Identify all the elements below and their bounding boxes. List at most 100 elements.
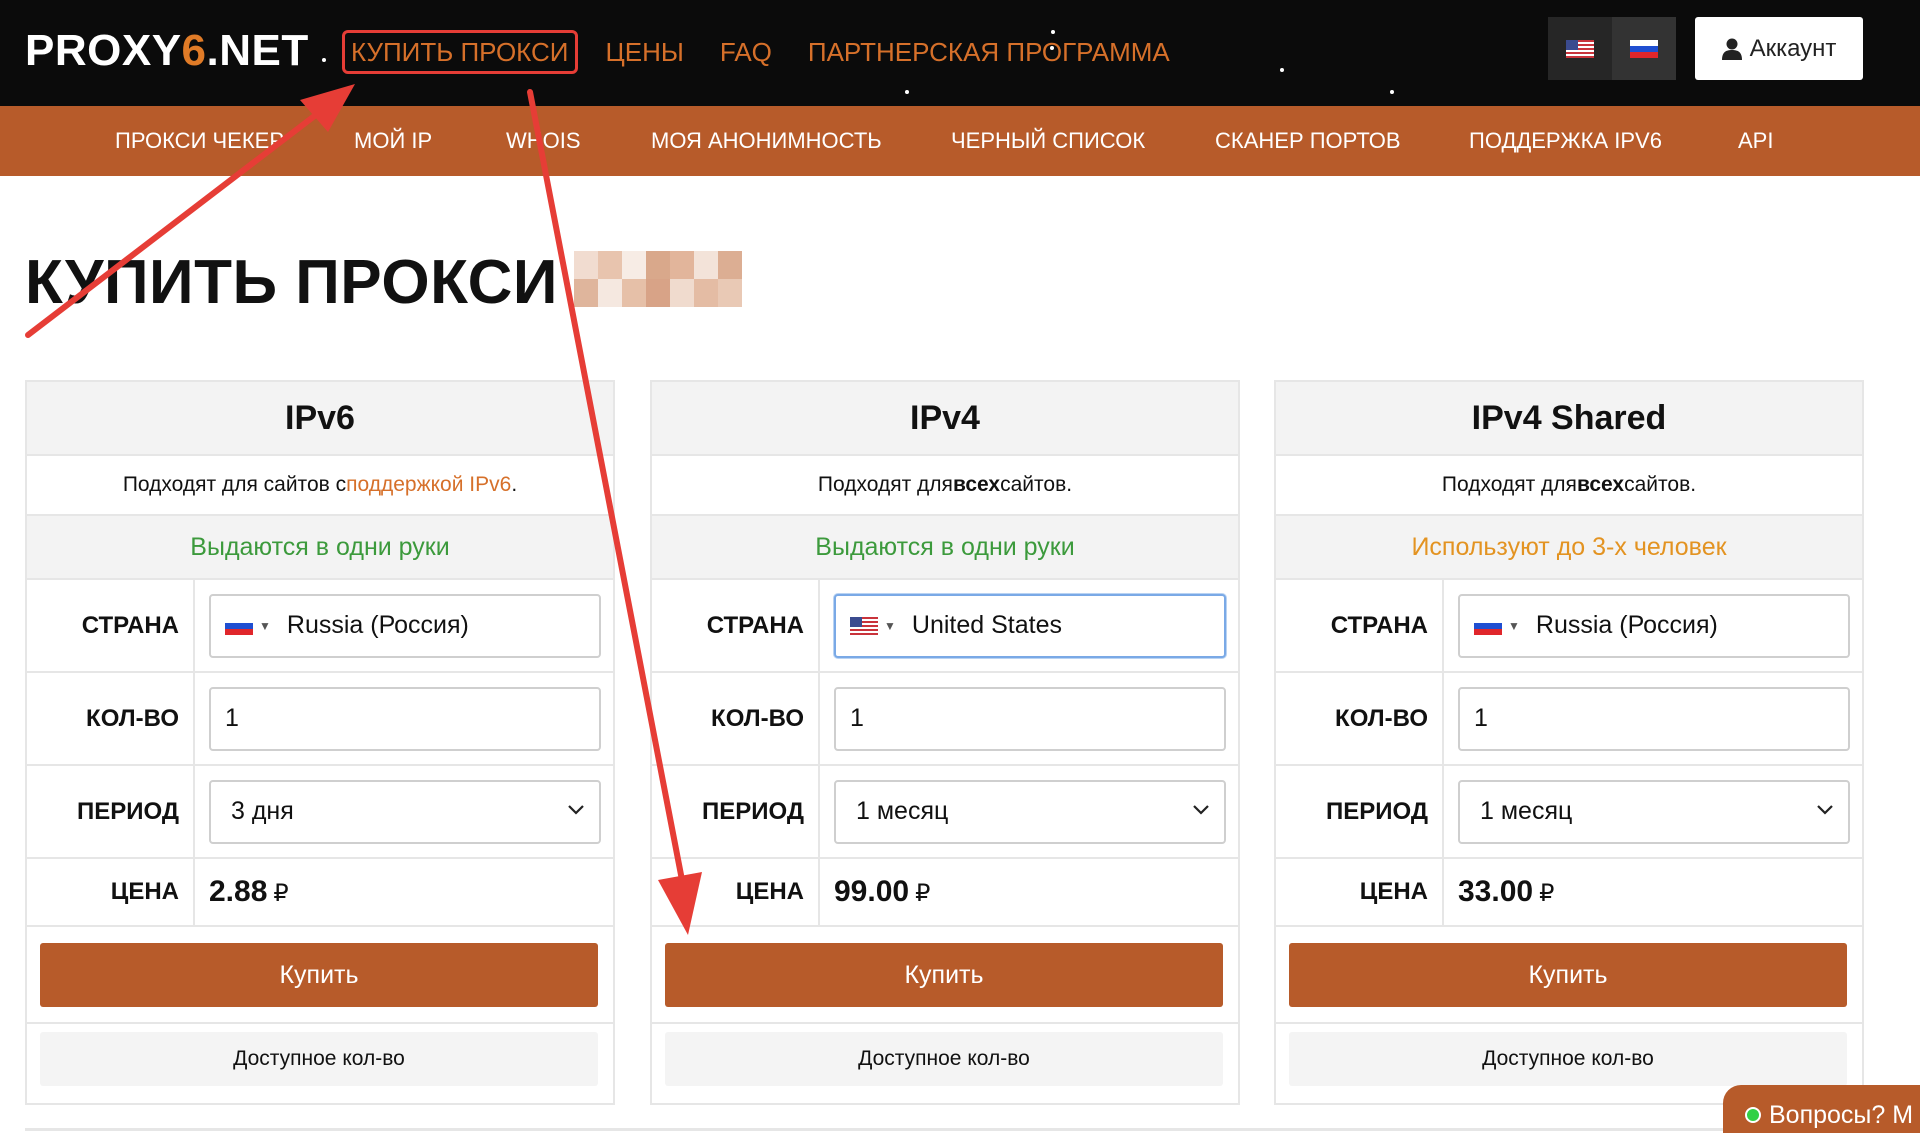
nav-faq[interactable]: FAQ <box>720 30 772 74</box>
card-note: Используют до 3-х человек <box>1276 516 1862 580</box>
subnav-whois[interactable]: WHOIS <box>506 127 581 155</box>
country-select[interactable]: ▼ Russia (Россия) <box>1458 593 1850 658</box>
product-card-ipv4-shared: IPv4 Shared Подходят для всех сайтов. Ис… <box>1274 380 1864 1105</box>
country-row: СТРАНА ▼ United States <box>652 580 1238 673</box>
quantity-row: КОЛ-ВО 1 <box>652 673 1238 766</box>
country-value: Russia (Россия) <box>1535 611 1718 639</box>
ru-flag-icon <box>225 616 253 635</box>
top-header: PROXY6.NET КУПИТЬ ПРОКСИ ЦЕНЫ FAQ ПАРТНЕ… <box>0 0 1920 106</box>
quantity-row: КОЛ-ВО 1 <box>27 673 613 766</box>
country-select[interactable]: ▼ Russia (Россия) <box>209 593 601 658</box>
subnav-proxy-checker[interactable]: ПРОКСИ ЧЕКЕР <box>115 127 284 155</box>
online-status-icon <box>1745 1107 1761 1123</box>
subnav-my-ip[interactable]: МОЙ IP <box>354 127 432 155</box>
quantity-input[interactable]: 1 <box>209 686 601 751</box>
quantity-row: КОЛ-ВО 1 <box>1276 673 1862 766</box>
main-nav: КУПИТЬ ПРОКСИ ЦЕНЫ FAQ ПАРТНЕРСКАЯ ПРОГР… <box>342 30 1206 74</box>
price-label: ЦЕНА <box>27 859 195 925</box>
chevron-down-icon <box>568 804 584 815</box>
ru-flag-icon <box>1474 616 1502 635</box>
chat-widget-button[interactable]: Вопросы? М <box>1723 1085 1920 1133</box>
subnav-blacklist[interactable]: ЧЕРНЫЙ СПИСОК <box>951 127 1145 155</box>
redacted-text <box>574 251 742 307</box>
price-row: ЦЕНА 33.00 ₽ <box>1276 859 1862 927</box>
country-value: Russia (Россия) <box>286 611 469 639</box>
buy-button[interactable]: Купить <box>1289 943 1847 1007</box>
product-card-ipv4: IPv4 Подходят для всех сайтов. Выдаются … <box>650 380 1240 1105</box>
account-button[interactable]: Аккаунт <box>1695 17 1863 80</box>
star-dot <box>1050 46 1054 50</box>
divider <box>27 1022 613 1024</box>
country-select[interactable]: ▼ United States <box>834 593 1226 658</box>
us-flag-icon <box>1566 39 1594 58</box>
subnav-ipv6-support[interactable]: ПОДДЕРЖКА IPV6 <box>1469 127 1662 155</box>
ipv6-support-link[interactable]: поддержкой IPv6 <box>346 473 511 497</box>
caret-down-icon: ▼ <box>1508 618 1520 633</box>
available-quantity-button[interactable]: Доступное кол-во <box>1289 1032 1847 1086</box>
card-title: IPv6 <box>27 382 613 456</box>
site-logo[interactable]: PROXY6.NET <box>25 26 309 76</box>
user-icon <box>1721 38 1742 60</box>
ru-flag-icon <box>1630 39 1658 58</box>
period-label: ПЕРИОД <box>652 766 820 857</box>
star-dot <box>1051 30 1055 34</box>
subnav-port-scanner[interactable]: СКАНЕР ПОРТОВ <box>1215 127 1401 155</box>
nav-partner-program[interactable]: ПАРТНЕРСКАЯ ПРОГРАММА <box>808 30 1170 74</box>
nav-buy-proxy[interactable]: КУПИТЬ ПРОКСИ <box>342 30 578 74</box>
period-row: ПЕРИОД 3 дня <box>27 766 613 859</box>
star-dot <box>1390 90 1394 94</box>
country-row: СТРАНА ▼ Russia (Россия) <box>1276 580 1862 673</box>
period-select[interactable]: 3 дня <box>209 779 601 844</box>
lang-ru-button[interactable] <box>1612 17 1676 80</box>
quantity-input[interactable]: 1 <box>834 686 1226 751</box>
divider <box>652 1022 1238 1024</box>
star-dot <box>1280 68 1284 72</box>
period-row: ПЕРИОД 1 месяц <box>652 766 1238 859</box>
quantity-label: КОЛ-ВО <box>27 673 195 764</box>
chat-label: Вопросы? М <box>1769 1100 1914 1129</box>
available-quantity-button[interactable]: Доступное кол-во <box>665 1032 1223 1086</box>
quantity-label: КОЛ-ВО <box>652 673 820 764</box>
lang-en-button[interactable] <box>1548 17 1612 80</box>
card-title: IPv4 Shared <box>1276 382 1862 456</box>
country-label: СТРАНА <box>652 580 820 671</box>
period-row: ПЕРИОД 1 месяц <box>1276 766 1862 859</box>
us-flag-icon <box>850 616 878 635</box>
country-label: СТРАНА <box>1276 580 1444 671</box>
caret-down-icon: ▼ <box>884 618 896 633</box>
period-label: ПЕРИОД <box>1276 766 1444 857</box>
quantity-input[interactable]: 1 <box>1458 686 1850 751</box>
price-value: 33.00 ₽ <box>1458 875 1555 908</box>
country-label: СТРАНА <box>27 580 195 671</box>
star-dot <box>322 58 326 62</box>
divider <box>1276 1022 1862 1024</box>
buy-button[interactable]: Купить <box>40 943 598 1007</box>
period-select[interactable]: 1 месяц <box>1458 779 1850 844</box>
buy-button[interactable]: Купить <box>665 943 1223 1007</box>
card-note: Выдаются в одни руки <box>27 516 613 580</box>
nav-prices[interactable]: ЦЕНЫ <box>606 30 684 74</box>
chevron-down-icon <box>1193 804 1209 815</box>
country-row: СТРАНА ▼ Russia (Россия) <box>27 580 613 673</box>
card-title: IPv4 <box>652 382 1238 456</box>
price-row: ЦЕНА 99.00 ₽ <box>652 859 1238 927</box>
subnav-api[interactable]: API <box>1738 127 1773 155</box>
card-subtitle: Подходят для сайтов с поддержкой IPv6. <box>27 456 613 516</box>
product-card-ipv6: IPv6 Подходят для сайтов с поддержкой IP… <box>25 380 615 1105</box>
subnav-my-anonymity[interactable]: МОЯ АНОНИМНОСТЬ <box>651 127 882 155</box>
price-label: ЦЕНА <box>652 859 820 925</box>
card-note: Выдаются в одни руки <box>652 516 1238 580</box>
account-label: Аккаунт <box>1749 34 1837 62</box>
price-label: ЦЕНА <box>1276 859 1444 925</box>
tools-nav: ПРОКСИ ЧЕКЕР МОЙ IP WHOIS МОЯ АНОНИМНОСТ… <box>0 106 1920 176</box>
caret-down-icon: ▼ <box>259 618 271 633</box>
period-label: ПЕРИОД <box>27 766 195 857</box>
divider <box>25 1128 1865 1131</box>
period-select[interactable]: 1 месяц <box>834 779 1226 844</box>
language-switcher <box>1548 17 1676 80</box>
chevron-down-icon <box>1817 804 1833 815</box>
price-value: 2.88 ₽ <box>209 875 289 908</box>
price-value: 99.00 ₽ <box>834 875 931 908</box>
available-quantity-button[interactable]: Доступное кол-во <box>40 1032 598 1086</box>
card-subtitle: Подходят для всех сайтов. <box>652 456 1238 516</box>
